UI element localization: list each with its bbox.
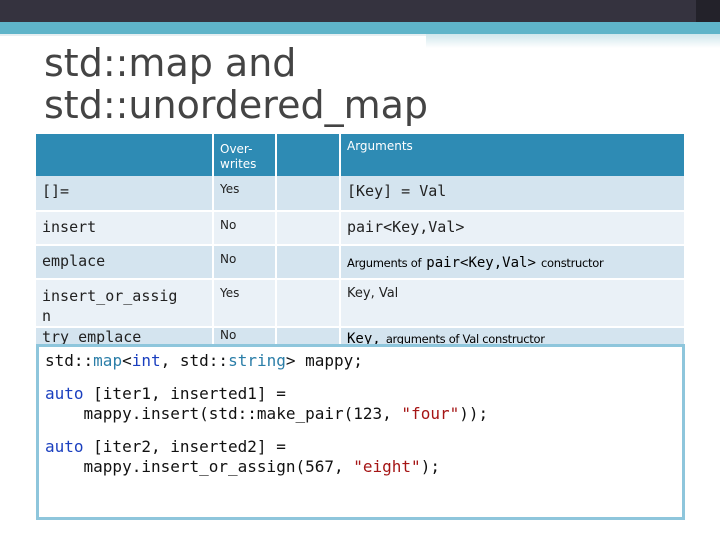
empty-cell (275, 280, 339, 326)
header-empty (275, 134, 339, 176)
code-token: mappy.insert(std::make_pair(123, (45, 404, 402, 423)
empty-cell (275, 176, 339, 210)
top-bar-line (0, 34, 426, 36)
code-token: "eight" (353, 457, 421, 476)
method-cell: emplace (42, 252, 106, 270)
overwrites-cell: Yes (212, 280, 275, 326)
table-row: insert_or_assig n Yes Key, Val (36, 280, 684, 326)
code-token: [iter1, inserted1] = (83, 384, 286, 403)
method-cell: insert_or_assig n (36, 280, 212, 326)
overwrites-cell: No (212, 328, 275, 344)
code-token: )); (459, 404, 489, 423)
method-line1: insert_or_assig (42, 287, 178, 305)
method-cell: try_emplace (42, 328, 142, 344)
header-overwrites: Over- writes (212, 134, 275, 176)
code-line: mappy.insert_or_assign(567, "eight"); (45, 457, 676, 477)
code-line: mappy.insert(std::make_pair(123, "four")… (45, 404, 676, 424)
methods-table: Over- writes Arguments []= Yes [Key] = V… (36, 134, 684, 346)
args-suffix: arguments of Val constructor (385, 332, 545, 344)
table-row: insert No pair<Key,Val> (36, 212, 684, 244)
code-token: string (228, 351, 286, 370)
top-bar-dark (0, 0, 720, 22)
method-cell: insert (42, 218, 97, 236)
code-line: auto [iter1, inserted1] = (45, 384, 676, 404)
code-token: std:: (45, 351, 94, 370)
code-line: auto [iter2, inserted2] = (45, 437, 676, 457)
args-code: Key, (347, 331, 381, 344)
empty-cell (275, 212, 339, 244)
overwrites-cell: Yes (212, 176, 275, 210)
code-token: auto (45, 437, 84, 456)
args-prefix: Arguments of (347, 256, 422, 270)
overwrites-cell: No (212, 246, 275, 278)
code-token: , std:: (160, 351, 229, 370)
code-token: > mappy; (285, 351, 363, 370)
code-block: std::map<int, std::string> mappy; auto [… (36, 344, 685, 520)
table-header: Over- writes Arguments (36, 134, 684, 176)
args-suffix: constructor (540, 256, 604, 270)
table-row: []= Yes [Key] = Val (36, 176, 684, 210)
args-cell: Key, Val (339, 280, 684, 326)
table-row: try_emplace No Key, arguments of Val con… (36, 328, 684, 344)
slide-title-line2: std::unordered_map (44, 83, 429, 127)
method-line2: n (42, 307, 52, 325)
code-token: mappy.insert_or_assign(567, (45, 457, 354, 476)
empty-cell (275, 328, 339, 344)
args-cell: [Key] = Val (339, 176, 684, 210)
header-arguments: Arguments (339, 134, 684, 176)
code-token: < (122, 351, 132, 370)
code-token: auto (45, 384, 84, 403)
empty-cell (275, 246, 339, 278)
top-bar-dark-end (696, 0, 720, 22)
top-bar-teal (0, 22, 720, 34)
code-token: int (131, 351, 161, 370)
args-code: pair<Key,Val> (426, 255, 536, 271)
slide-title-line1: std::map and (44, 41, 297, 85)
slide-title: std::map and std::unordered_map (44, 42, 704, 126)
code-token: map (93, 351, 123, 370)
code-token: "four" (401, 404, 460, 423)
method-cell: []= (42, 182, 70, 200)
overwrites-cell: No (212, 212, 275, 244)
args-cell: pair<Key,Val> (339, 212, 684, 244)
code-line: std::map<int, std::string> mappy; (45, 351, 676, 371)
args-cell: Arguments of pair<Key,Val> constructor (339, 246, 684, 278)
table-row: emplace No Arguments of pair<Key,Val> co… (36, 246, 684, 278)
code-token: [iter2, inserted2] = (83, 437, 286, 456)
code-token: ); (420, 457, 440, 476)
args-cell: Key, arguments of Val constructor (339, 328, 684, 344)
